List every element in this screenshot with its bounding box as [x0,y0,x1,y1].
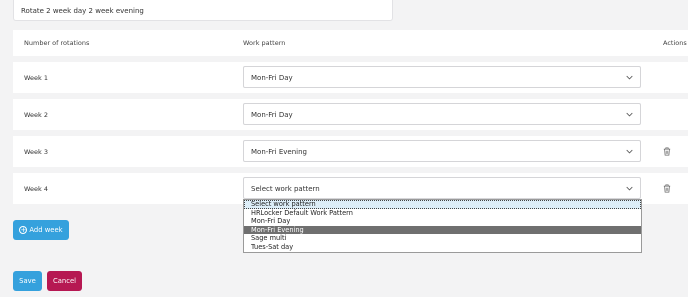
dropdown-option[interactable]: Mon-Fri Evening [244,225,641,235]
cancel-button[interactable]: Cancel [47,271,82,291]
dropdown-option[interactable]: Tues-Sat day [244,243,641,252]
header-work-pattern: Work pattern [243,39,286,47]
select-value: Select work pattern [251,185,320,193]
select-value: Mon-Fri Day [251,74,293,82]
work-pattern-select[interactable]: Mon-Fri Evening [243,140,641,162]
table-row: Week 2 Mon-Fri Day [13,99,688,130]
trash-icon[interactable] [663,147,671,156]
table-row: Week 3 Mon-Fri Evening [13,136,688,167]
table-header: Number of rotations Work pattern Actions [13,30,688,56]
add-week-label: Add week [29,226,63,234]
week-label: Week 1 [24,74,49,82]
save-button[interactable]: Save [13,271,42,291]
dropdown-option[interactable]: Sage multi [244,234,641,243]
week-label: Week 4 [24,185,49,193]
week-label: Week 2 [24,111,49,119]
header-actions: Actions [663,39,687,47]
pattern-name-input[interactable]: Rotate 2 week day 2 week evening [13,0,393,21]
week-label: Week 3 [24,148,49,156]
rotation-table: Number of rotations Work pattern Actions… [13,30,688,204]
work-pattern-select[interactable]: Select work pattern [243,177,641,199]
trash-icon[interactable] [663,184,671,193]
dropdown-option[interactable]: Select work pattern [244,200,641,209]
work-pattern-select[interactable]: Mon-Fri Day [243,66,641,88]
work-pattern-select[interactable]: Mon-Fri Day [243,103,641,125]
chevron-down-icon [626,186,633,191]
chevron-down-icon [626,112,633,117]
work-pattern-dropdown[interactable]: Select work pattern HRLocker Default Wor… [243,199,642,253]
select-value: Mon-Fri Evening [251,148,307,156]
table-row: Week 1 Mon-Fri Day [13,62,688,93]
chevron-down-icon [626,149,633,154]
select-value: Mon-Fri Day [251,111,293,119]
chevron-down-icon [626,75,633,80]
plus-circle-icon: + [19,225,28,234]
dropdown-option[interactable]: Mon-Fri Day [244,217,641,226]
add-week-button[interactable]: + Add week [13,220,69,240]
dropdown-option[interactable]: HRLocker Default Work Pattern [244,209,641,218]
header-rotations: Number of rotations [24,39,90,47]
